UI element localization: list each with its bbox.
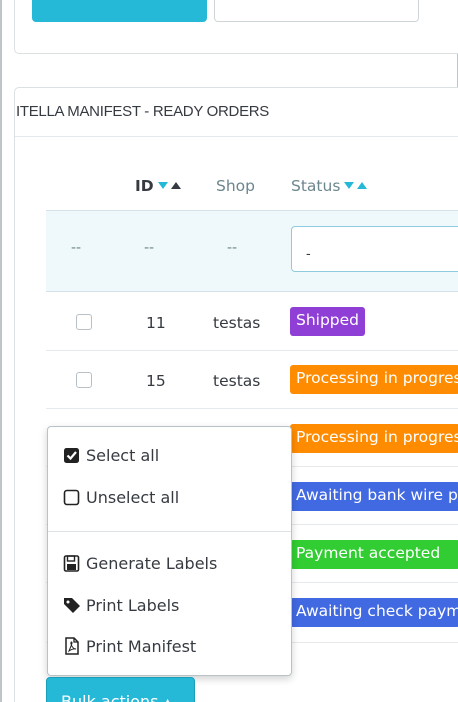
tag-icon [64,598,80,613]
menu-item-label: Print Labels [86,595,180,615]
row-id: 15 [146,372,166,390]
column-header-id-label: ID [135,177,154,195]
menu-item-label: Unselect all [86,487,180,507]
menu-item-label: Generate Labels [86,553,218,573]
empty-square-icon [63,489,80,506]
top-button[interactable] [32,0,207,22]
status-badge: Processing in progress [290,424,458,453]
column-header-shop: Shop [216,177,255,195]
top-input[interactable] [214,0,419,22]
row-id: 11 [146,314,166,332]
menu-item-label: Print Manifest [86,636,197,656]
column-header-status[interactable]: Status [291,177,368,195]
menu-item-generate-labels[interactable]: Generate Labels [62,553,217,573]
panel-divider [15,136,458,137]
status-badge: Awaiting check payment [290,598,458,627]
check-square-icon [64,448,79,463]
sort-desc-icon[interactable] [344,182,355,189]
status-badge: Shipped [290,307,366,336]
column-header-status-label: Status [291,177,341,195]
status-filter-select[interactable]: - [291,226,458,272]
bulk-actions-button[interactable]: Bulk actions ▴ [46,677,195,702]
status-badge: Awaiting bank wire payment [290,482,458,511]
filter-checkbox: -- [71,240,82,256]
row-checkbox[interactable] [76,314,92,330]
sort-asc-icon[interactable] [357,182,368,189]
status-badge: Payment accepted [290,540,458,569]
menu-item-print-labels[interactable]: Print Labels [62,595,179,615]
row-shop: testas [213,372,261,390]
menu-item-select-all[interactable]: Select all [62,445,159,465]
column-header-id[interactable]: ID [135,177,181,195]
save-icon [63,555,80,572]
menu-item-label: Select all [86,445,160,465]
row-checkbox[interactable] [76,372,92,388]
status-badge: Processing in progress [290,365,458,394]
row-shop: testas [213,314,261,332]
pdf-file-icon [65,637,79,655]
menu-item-print-manifest[interactable]: Print Manifest [62,636,196,656]
filter-shop: -- [227,240,238,256]
menu-item-unselect-all[interactable]: Unselect all [62,487,179,507]
sort-desc-icon[interactable] [157,182,168,189]
filter-id: -- [144,240,155,256]
panel-title: ITELLA MANIFEST - READY ORDERS [16,103,270,120]
menu-divider [48,531,291,532]
sort-asc-icon[interactable] [170,182,181,189]
